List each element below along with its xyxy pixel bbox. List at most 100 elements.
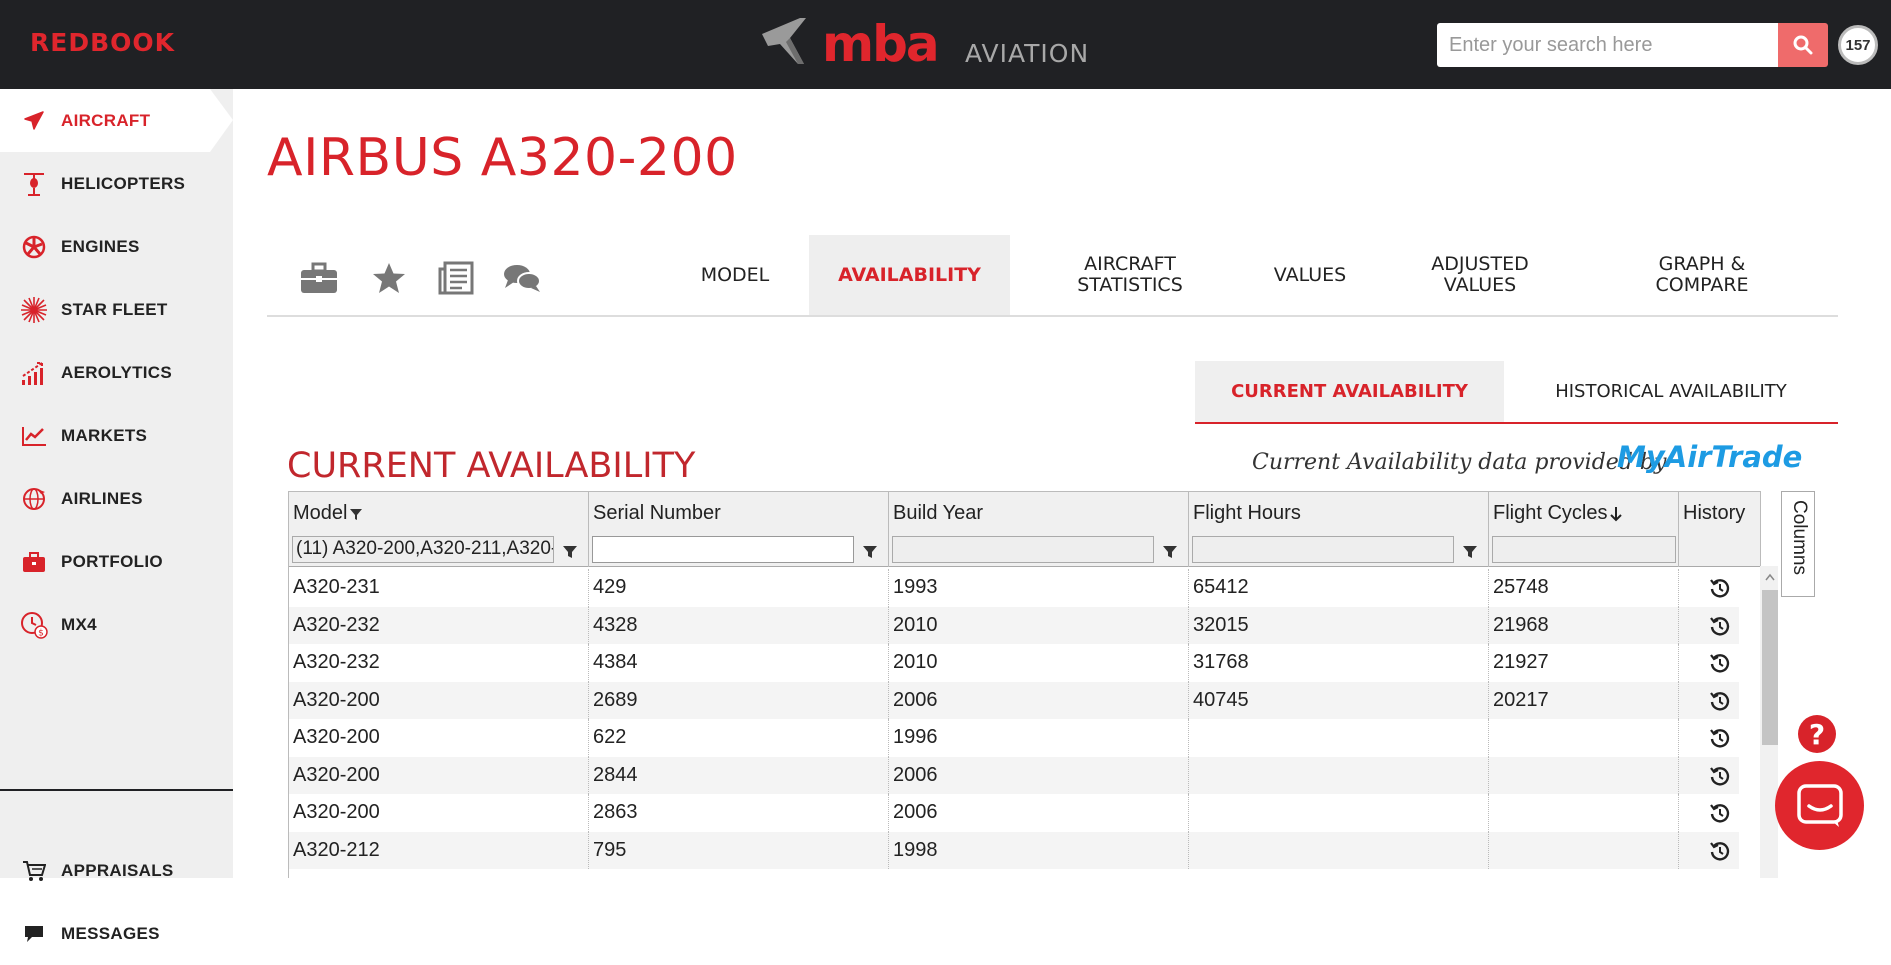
history-icon[interactable] [1709, 765, 1731, 787]
tab-availability[interactable]: AVAILABILITY [809, 235, 1010, 315]
column-header-serial-number[interactable]: Serial Number [589, 492, 889, 567]
sidebar-item-messages[interactable]: MESSAGES [0, 902, 233, 965]
table-row[interactable]: A320-200 2844 2006 [289, 756, 1739, 794]
sidebar-item-engines[interactable]: ENGINES [0, 215, 233, 278]
subtab-current-availability[interactable]: CURRENT AVAILABILITY [1195, 361, 1504, 422]
provider-logo[interactable]: MyAirTrade [1617, 440, 1802, 474]
column-header-flight-cycles[interactable]: Flight Cycles [1489, 492, 1679, 567]
table-cell: A320-212 [289, 831, 589, 869]
columns-panel-toggle[interactable]: Columns [1781, 491, 1815, 597]
flight-hours-filter[interactable] [1192, 536, 1454, 563]
table-cell [1489, 756, 1679, 794]
tab-graph-compare[interactable]: GRAPH & COMPARE [1617, 235, 1787, 315]
table-cell: A320-200 [289, 719, 589, 757]
filter-icon[interactable] [860, 542, 880, 562]
help-button[interactable]: ? [1798, 715, 1836, 753]
briefcase-icon[interactable] [299, 259, 339, 297]
notification-badge[interactable]: 157 [1838, 25, 1878, 65]
history-icon[interactable] [1709, 652, 1731, 674]
history-cell [1679, 757, 1760, 795]
sidebar-item-airlines[interactable]: AIRLINES [0, 467, 233, 530]
history-cell [1679, 607, 1760, 645]
filter-icon[interactable] [1160, 542, 1180, 562]
provider-credit: Current Availability data provided by [1252, 450, 1667, 475]
tab-bar: MODEL AVAILABILITY AIRCRAFT STATISTICS V… [267, 235, 1838, 317]
search-button[interactable] [1778, 23, 1828, 67]
sidebar-item-label: HELICOPTERS [61, 173, 186, 193]
table-cell: 429 [589, 569, 889, 607]
history-icon[interactable] [1709, 802, 1731, 824]
column-header-model[interactable]: Model (11) A320-200,A320-211,A320-212 [289, 492, 589, 567]
sidebar-item-label: MESSAGES [61, 923, 160, 943]
table-cell: 20217 [1489, 681, 1679, 719]
tab-model[interactable]: MODEL [675, 235, 795, 315]
history-icon[interactable] [1709, 727, 1731, 749]
build-year-filter[interactable] [892, 536, 1154, 563]
mba-aviation-logo[interactable]: mba AVIATION [760, 14, 1140, 74]
filter-active-icon [350, 508, 363, 520]
history-icon[interactable] [1709, 690, 1731, 712]
clock-dollar-icon: $ [20, 611, 48, 639]
star-icon[interactable] [369, 259, 409, 297]
table-cell [1189, 756, 1489, 794]
tab-aircraft-statistics[interactable]: AIRCRAFT STATISTICS [1035, 235, 1225, 315]
cart-icon [20, 857, 48, 885]
column-label: Flight Hours [1193, 502, 1301, 524]
sidebar-item-label: STAR FLEET [61, 299, 168, 319]
table-cell: 2844 [589, 756, 889, 794]
sidebar-item-markets[interactable]: MARKETS [0, 404, 233, 467]
table-row[interactable]: A320-200 2689 2006 40745 20217 [289, 681, 1739, 719]
sidebar-item-helicopters[interactable]: HELICOPTERS [0, 152, 233, 215]
table-row[interactable]: A320-231 429 1993 65412 25748 [289, 569, 1739, 607]
table-cell: A320-232 [289, 606, 589, 644]
sidebar-item-label: MARKETS [61, 425, 148, 445]
chat-icon[interactable] [502, 259, 542, 297]
table-cell: 25748 [1489, 569, 1679, 607]
column-header-flight-hours[interactable]: Flight Hours [1189, 492, 1489, 567]
table-row[interactable]: A320-200 622 1996 [289, 719, 1739, 757]
scrollbar-thumb[interactable] [1762, 590, 1778, 745]
sidebar-item-mx4[interactable]: $ MX4 [0, 593, 233, 656]
table-cell [1189, 831, 1489, 869]
table-row[interactable]: A320-200 2863 2006 [289, 794, 1739, 832]
scroll-up-arrow-icon[interactable] [1762, 570, 1778, 584]
brand-logo[interactable]: REDBOOK [30, 28, 175, 57]
briefcase-icon [20, 548, 48, 576]
filter-icon[interactable] [1460, 542, 1480, 562]
analytics-icon [20, 359, 48, 387]
sidebar-item-aircraft[interactable]: AIRCRAFT [0, 89, 233, 152]
sidebar-item-aerolytics[interactable]: AEROLYTICS [0, 341, 233, 404]
history-icon[interactable] [1709, 615, 1731, 637]
table-row[interactable]: A320-232 4328 2010 32015 21968 [289, 606, 1739, 644]
model-filter-select[interactable]: (11) A320-200,A320-211,A320-212 [292, 536, 554, 563]
document-icon[interactable] [436, 259, 476, 297]
filter-icon[interactable] [560, 542, 580, 562]
table-row[interactable]: A320-212 795 1998 [289, 831, 1739, 869]
table-row[interactable]: A320-232 4384 2010 31768 21927 [289, 644, 1739, 682]
search-input[interactable] [1437, 23, 1778, 67]
sidebar-item-star-fleet[interactable]: STAR FLEET [0, 278, 233, 341]
subtab-historical-availability[interactable]: HISTORICAL AVAILABILITY [1504, 361, 1838, 422]
table-cell [1489, 794, 1679, 832]
table-cell: 2006 [889, 681, 1189, 719]
table-cell: 4328 [589, 606, 889, 644]
history-icon[interactable] [1709, 577, 1731, 599]
tab-adjusted-values[interactable]: ADJUSTED VALUES [1395, 235, 1565, 315]
chat-launcher-button[interactable] [1775, 761, 1864, 850]
flight-cycles-filter[interactable] [1492, 536, 1676, 563]
history-icon[interactable] [1709, 840, 1731, 862]
table-cell: 65412 [1189, 569, 1489, 607]
globe-icon [20, 485, 48, 513]
sidebar-item-label: MX4 [61, 614, 97, 634]
serial-number-filter[interactable] [592, 536, 854, 563]
table-cell: A320-200 [289, 756, 589, 794]
history-cell [1679, 569, 1760, 607]
search-icon [1793, 35, 1813, 55]
sort-descending-icon [1610, 506, 1623, 522]
tab-values[interactable]: VALUES [1250, 235, 1370, 315]
table-cell: A320-231 [289, 569, 589, 607]
column-header-build-year[interactable]: Build Year [889, 492, 1189, 567]
sidebar-item-appraisals[interactable]: APPRAISALS [0, 839, 233, 902]
sidebar: AIRCRAFT HELICOPTERS ENGINES STAR FLEET … [0, 89, 233, 943]
sidebar-item-portfolio[interactable]: PORTFOLIO [0, 530, 233, 593]
